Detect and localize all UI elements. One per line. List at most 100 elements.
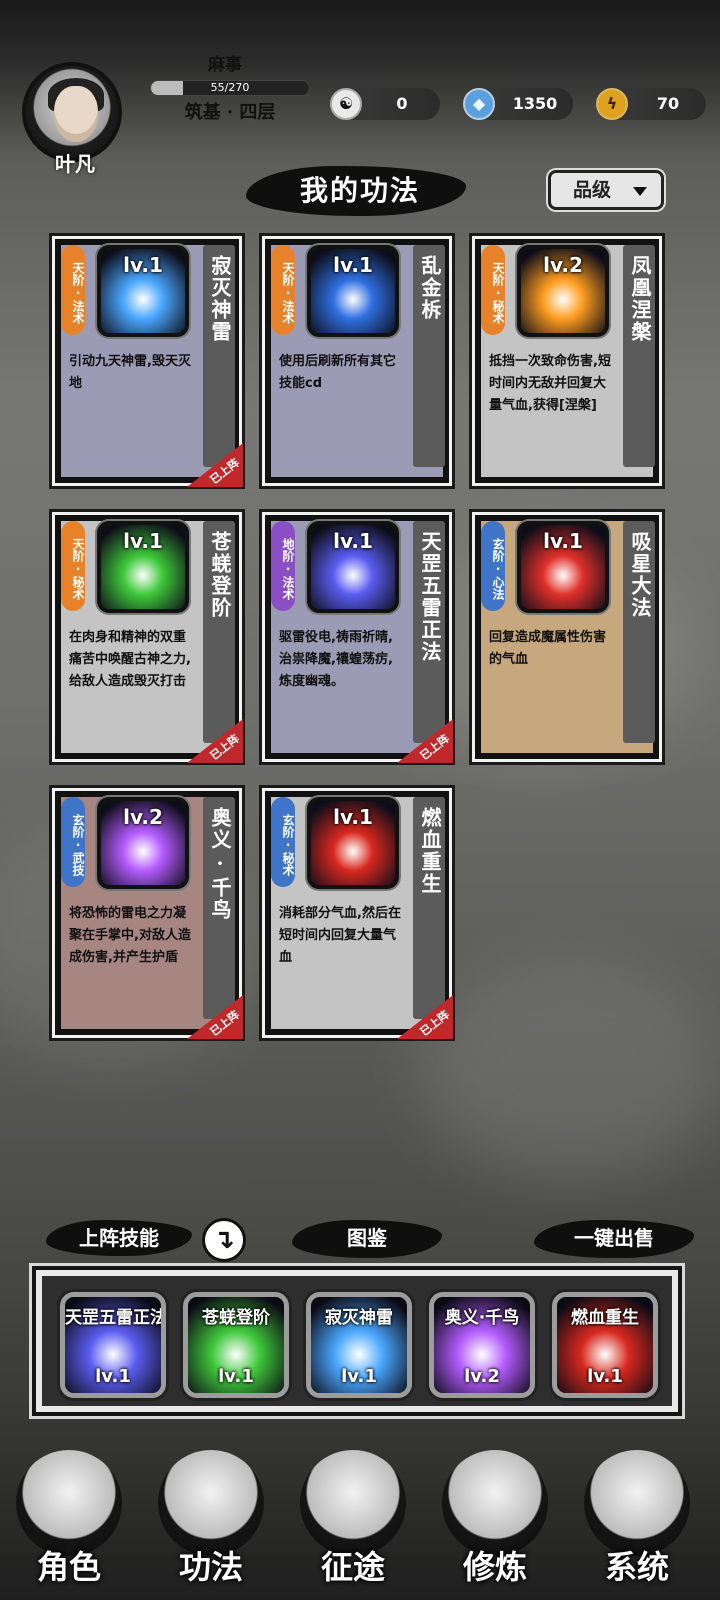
nav-item[interactable]: 功法: [146, 1430, 276, 1590]
skill-level: lv.1: [333, 253, 373, 277]
character-icon: [16, 1450, 122, 1556]
equipped-badge: 已上阵: [187, 995, 243, 1039]
equipped-badge: 已上阵: [187, 719, 243, 763]
skill-icon: lv.2: [97, 797, 189, 889]
nav-item[interactable]: 征途: [288, 1430, 418, 1590]
arrow-down-icon: ↴: [213, 1225, 235, 1255]
skill-level: lv.1: [543, 529, 583, 553]
loadout-skill-name: 天罡五雷正法: [65, 1308, 166, 1328]
equipped-badge-text: 已上阵: [417, 732, 452, 763]
skill-card[interactable]: 天阶·秘术 lv.1 苍蜣登阶 在肉身和精神的双重痛苦中唤醒古神之力,给敌人造成…: [52, 512, 243, 763]
skill-description: 使用后刷新所有其它技能cd: [279, 354, 397, 391]
skill-description: 在肉身和精神的双重痛苦中唤醒古神之力,给敌人造成毁灭打击: [69, 630, 191, 689]
skill-name-strip: 燃血重生: [413, 797, 445, 1019]
skill-description: 将恐怖的雷电之力凝聚在手掌中,对敌人造成伤害,并产生护盾: [69, 906, 191, 965]
skill-card[interactable]: 玄阶·秘术 lv.1 燃血重生 消耗部分气血,然后在短时间内回复大量气血 已上阵: [262, 788, 453, 1039]
skill-description: 回复造成魔属性伤害的气血: [489, 630, 607, 667]
loadout-skill-name: 寂灭神雷: [325, 1308, 393, 1328]
skill-description: 引动九天神雷,毁天灭地: [69, 354, 191, 391]
collapse-toggle-button[interactable]: ↴: [202, 1218, 246, 1262]
nav-label: 征途: [320, 1548, 385, 1586]
system-icon: [584, 1450, 690, 1556]
chevron-down-icon: [633, 187, 647, 196]
nav-label: 功法: [178, 1548, 243, 1586]
skill-level: lv.1: [333, 529, 373, 553]
loadout-slot[interactable]: 天罡五雷正法 lv.1: [60, 1292, 166, 1398]
equipped-badge-text: 已上阵: [207, 1008, 242, 1039]
codex-button[interactable]: 图鉴: [292, 1220, 442, 1256]
skill-name: 苍蜣登阶: [208, 531, 232, 619]
loadout-slot[interactable]: 寂灭神雷 lv.1: [306, 1292, 412, 1398]
skill-name-strip: 苍蜣登阶: [203, 521, 235, 743]
nav-item[interactable]: 角色: [4, 1430, 134, 1590]
loadout-slot[interactable]: 燃血重生 lv.1: [552, 1292, 658, 1398]
skill-icon: lv.1: [517, 521, 609, 613]
loadout-skill-name: 燃血重生: [571, 1308, 639, 1328]
nav-item[interactable]: 修炼: [430, 1430, 560, 1590]
loadout-skill-level: lv.1: [341, 1366, 377, 1387]
skill-name: 燃血重生: [418, 807, 442, 895]
resource-crystal[interactable]: ◆ 1350: [463, 88, 573, 120]
grade-filter-dropdown[interactable]: 品级: [548, 170, 664, 210]
avatar-face: [54, 86, 98, 142]
skill-card[interactable]: 地阶·法术 lv.1 天罡五雷正法 驱雷役电,祷雨祈晴,治祟降魔,禳蝗荡疠,炼度…: [262, 512, 453, 763]
skill-name-strip: 吸星大法: [623, 521, 655, 743]
cultivation-realm: 筑基 · 四层: [184, 102, 276, 123]
skill-name: 寂灭神雷: [208, 255, 232, 343]
background-mist: [420, 960, 720, 1180]
loadout-skill-name: 苍蜣登阶: [202, 1308, 270, 1328]
loadout-skill-level: lv.1: [587, 1366, 623, 1387]
skill-book-icon: [158, 1450, 264, 1556]
page-title: 我的功法: [299, 174, 420, 207]
resource-value: 0: [396, 94, 408, 113]
resource-yin-yang[interactable]: ☯ 0: [330, 88, 440, 120]
skill-rank-badge: 玄阶·秘术: [271, 797, 295, 887]
nav-label: 角色: [36, 1548, 101, 1586]
skill-icon: lv.1: [307, 245, 399, 337]
skill-level: lv.1: [123, 529, 163, 553]
loadout-slot[interactable]: 奥义·千鸟 lv.2: [429, 1292, 535, 1398]
meditation-icon: [442, 1450, 548, 1556]
skill-rank-badge: 玄阶·心法: [481, 521, 505, 611]
skill-name-strip: 凤凰涅槃: [623, 245, 655, 467]
nav-item[interactable]: 系统: [572, 1430, 702, 1590]
journey-sword-icon: [300, 1450, 406, 1556]
skill-rank-badge: 天阶·法术: [271, 245, 295, 335]
resource-lightning[interactable]: ϟ 70: [596, 88, 706, 120]
equipped-badge-text: 已上阵: [207, 456, 242, 487]
skill-rank-badge: 天阶·法术: [61, 245, 85, 335]
filter-label: 品级: [573, 179, 612, 201]
skill-rank-badge: 地阶·法术: [271, 521, 295, 611]
skill-level: lv.2: [543, 253, 583, 277]
skill-level: lv.1: [333, 805, 373, 829]
skill-rank-badge: 玄阶·武技: [61, 797, 85, 887]
loadout-skill-level: lv.2: [464, 1366, 500, 1387]
sell-all-button[interactable]: 一键出售: [534, 1220, 694, 1256]
skill-card[interactable]: 玄阶·武技 lv.2 奥义·千鸟 将恐怖的雷电之力凝聚在手掌中,对敌人造成伤害,…: [52, 788, 243, 1039]
crystal-icon: ◆: [463, 88, 495, 120]
skill-rank-badge: 天阶·秘术: [481, 245, 505, 335]
player-title: 麻事: [208, 55, 242, 75]
equipped-badge: 已上阵: [397, 719, 453, 763]
skill-name: 乱金柝: [418, 255, 442, 321]
loadout-skill-level: lv.1: [95, 1366, 131, 1387]
yin-yang-icon: ☯: [330, 88, 362, 120]
player-avatar[interactable]: [22, 62, 122, 162]
skill-name-strip: 奥义·千鸟: [203, 797, 235, 1019]
skill-name: 天罡五雷正法: [418, 531, 442, 663]
nav-label: 系统: [604, 1548, 669, 1586]
skill-card[interactable]: 天阶·法术 lv.1 乱金柝 使用后刷新所有其它技能cd: [262, 236, 452, 486]
nav-label: 修炼: [462, 1548, 527, 1586]
skill-level: lv.2: [123, 805, 163, 829]
skill-name: 吸星大法: [628, 531, 652, 619]
skill-card[interactable]: 玄阶·心法 lv.1 吸星大法 回复造成魔属性伤害的气血: [472, 512, 662, 762]
skill-rank-badge: 天阶·秘术: [61, 521, 85, 611]
skill-card[interactable]: 天阶·秘术 lv.2 凤凰涅槃 抵挡一次致命伤害,短时间内无敌并回复大量气血,获…: [472, 236, 662, 486]
exp-text: 55/270: [210, 81, 250, 94]
equipped-badge-text: 已上阵: [207, 732, 242, 763]
skill-card[interactable]: 天阶·法术 lv.1 寂灭神雷 引动九天神雷,毁天灭地 已上阵: [52, 236, 243, 487]
exp-bar: 55/270: [150, 80, 310, 96]
loadout-slot[interactable]: 苍蜣登阶 lv.1: [183, 1292, 289, 1398]
skill-icon: lv.1: [97, 245, 189, 337]
skill-level: lv.1: [123, 253, 163, 277]
